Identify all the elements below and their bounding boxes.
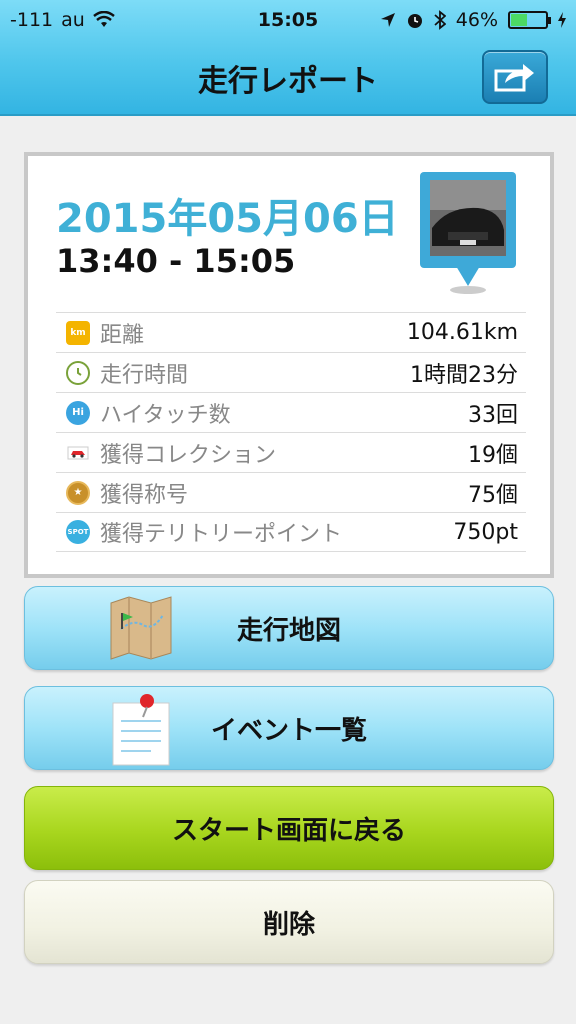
stat-row-drive-time: 走行時間 1時間23分 xyxy=(56,352,526,392)
stat-label: 獲得称号 xyxy=(100,482,189,508)
stat-value: 33回 xyxy=(468,402,518,428)
stats-list: km 距離 104.61km 走行時間 1時間23分 Hi ハイタッチ数 33回… xyxy=(56,312,526,552)
car-icon xyxy=(66,440,90,465)
stat-value: 19個 xyxy=(468,442,518,468)
km-icon: km xyxy=(66,320,90,345)
event-list-button[interactable]: イベント一覧 xyxy=(24,686,554,770)
stat-row-collection: 獲得コレクション 19個 xyxy=(56,432,526,472)
route-map-button[interactable]: 走行地図 xyxy=(24,586,554,670)
charging-icon xyxy=(558,12,566,28)
stat-value: 104.61km xyxy=(406,320,518,345)
delete-button[interactable]: 削除 xyxy=(24,880,554,964)
stat-label: 獲得テリトリーポイント xyxy=(100,522,343,547)
stat-label: ハイタッチ数 xyxy=(100,402,231,428)
clock-icon xyxy=(66,360,90,385)
memo-pin-icon xyxy=(112,694,170,766)
back-to-start-label: スタート画面に戻る xyxy=(171,815,406,846)
stat-value: 75個 xyxy=(468,482,518,508)
stat-row-titles: ★ 獲得称号 75個 xyxy=(56,472,526,512)
car-photo-pin[interactable] xyxy=(418,170,518,294)
report-time-range: 13:40 - 15:05 xyxy=(56,242,296,280)
map-icon xyxy=(110,596,172,660)
stat-value: 1時間23分 xyxy=(410,362,518,388)
header-bar: -111 au 15:05 46% 走行レポート xyxy=(0,0,576,116)
stat-row-hi-touch: Hi ハイタッチ数 33回 xyxy=(56,392,526,432)
event-list-label: イベント一覧 xyxy=(210,715,367,746)
stat-value: 750pt xyxy=(453,519,518,545)
battery-percent: 46% xyxy=(455,9,498,31)
back-to-start-button[interactable]: スタート画面に戻る xyxy=(24,786,554,870)
share-button[interactable] xyxy=(482,50,548,104)
report-date: 2015年05月06日 xyxy=(56,196,399,242)
stat-label: 距離 xyxy=(100,322,145,348)
route-map-label: 走行地図 xyxy=(236,615,341,646)
hi-touch-icon: Hi xyxy=(66,400,90,425)
report-card: 2015年05月06日 13:40 - 15:05 km 距離 104.61km… xyxy=(24,152,554,578)
medal-icon: ★ xyxy=(66,480,90,505)
spot-icon: SPOT xyxy=(66,520,90,544)
location-arrow-icon xyxy=(380,13,395,27)
status-bar: -111 au 15:05 46% xyxy=(0,0,576,40)
bluetooth-icon xyxy=(434,10,446,30)
stat-label: 走行時間 xyxy=(100,362,189,388)
alarm-clock-icon xyxy=(407,14,422,28)
stat-label: 獲得コレクション xyxy=(100,442,277,468)
stat-row-distance: km 距離 104.61km xyxy=(56,312,526,352)
share-icon xyxy=(494,64,534,92)
delete-label: 削除 xyxy=(262,909,315,940)
battery-icon xyxy=(508,11,551,29)
stat-row-territory: SPOT 獲得テリトリーポイント 750pt xyxy=(56,512,526,552)
